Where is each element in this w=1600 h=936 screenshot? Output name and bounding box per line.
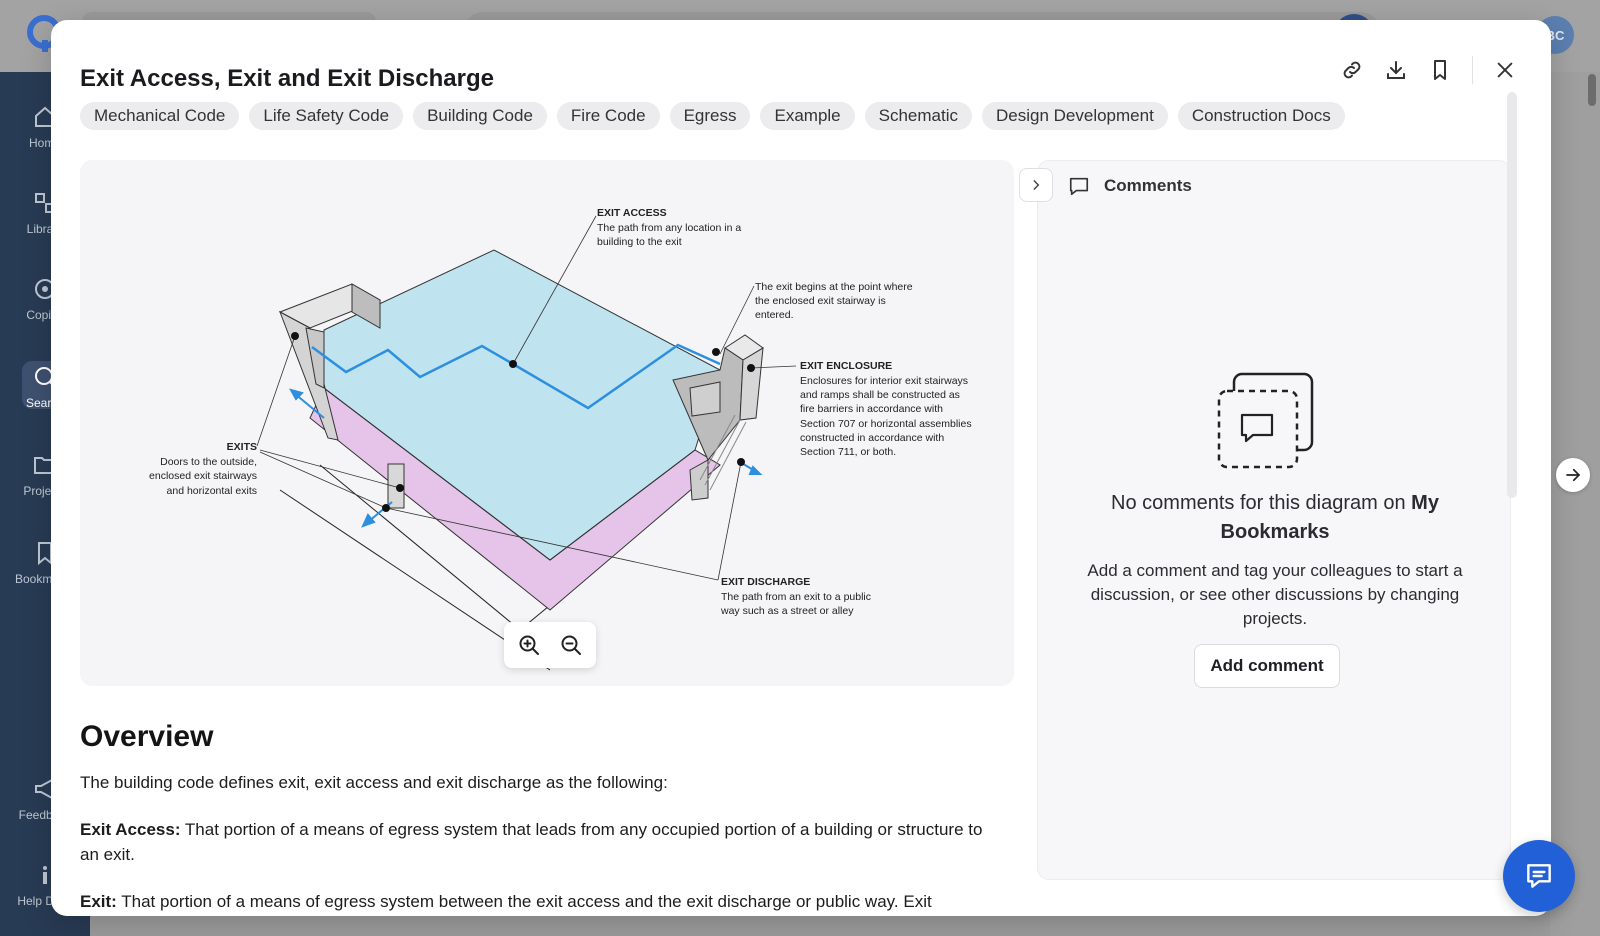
label-exits-desc: Doors to the outside, (160, 456, 257, 468)
label-exit-enclosure-desc: Section 711, or both. (800, 446, 896, 458)
label-exit-access-title: EXIT ACCESS (597, 207, 667, 219)
empty-state-description: Add a comment and tag your colleagues to… (1087, 561, 1463, 628)
zoom-out-button[interactable] (553, 627, 589, 663)
definition-item: Exit: That portion of a means of egress … (80, 889, 1000, 914)
tag-chip[interactable]: Construction Docs (1177, 102, 1345, 130)
tag-chip[interactable]: Design Development (982, 102, 1168, 130)
zoom-out-icon (561, 635, 581, 655)
arrow-right-icon (1566, 468, 1581, 482)
tag-chip[interactable]: Life Safety Code (249, 102, 404, 130)
chat-support-button[interactable] (1503, 840, 1575, 912)
label-exit-enclosure-desc: Section 707 or horizontal assemblies (800, 418, 972, 430)
label-exit-enclosure-desc: constructed in accordance with (800, 432, 944, 444)
comment-icon (1069, 177, 1089, 196)
definition-term: Exit: (80, 892, 117, 911)
label-exit-discharge-desc: way such as a street or alley (720, 605, 854, 617)
chat-icon (1527, 864, 1551, 888)
zoom-controls (504, 622, 596, 668)
page-scrollbar[interactable] (1588, 74, 1596, 106)
bookmark-icon (1434, 60, 1446, 80)
diagram-modal: Exit Access, Exit and Exit Discharge Mec… (51, 20, 1551, 916)
definition-term: Exit Access: (80, 820, 181, 839)
label-exit-discharge-title: EXIT DISCHARGE (721, 576, 810, 588)
copy-link-button[interactable] (1330, 48, 1374, 92)
zoom-in-button[interactable] (511, 627, 547, 663)
definition-text: That portion of a means of egress system… (116, 892, 932, 911)
tag-list: Mechanical Code Life Safety Code Buildin… (80, 102, 1345, 130)
comments-header: Comments (1068, 175, 1192, 197)
definition-item: Exit Access: That portion of a means of … (80, 817, 1000, 867)
overview-intro: The building code defines exit, exit acc… (80, 773, 668, 792)
label-exit-enclosure-desc: Enclosures for interior exit stairways (800, 375, 968, 387)
empty-comments-icon (1217, 372, 1314, 469)
bookmark-button[interactable] (1418, 48, 1462, 92)
tag-chip[interactable]: Fire Code (556, 102, 660, 130)
modal-title: Exit Access, Exit and Exit Discharge (80, 65, 494, 92)
tag-chip[interactable]: Schematic (864, 102, 972, 130)
tag-chip[interactable]: Building Code (413, 102, 547, 130)
tag-chip[interactable]: Example (760, 102, 855, 130)
close-button[interactable] (1483, 48, 1527, 92)
link-icon (1343, 61, 1361, 79)
modal-actions (1330, 48, 1527, 92)
next-diagram-button[interactable] (1556, 458, 1590, 492)
label-exit-enclosure-title: EXIT ENCLOSURE (800, 360, 892, 372)
label-exit-access-desc: building to the exit (597, 236, 682, 248)
egress-diagram: EXIT ACCESS The path from any location i… (149, 207, 972, 671)
overview-section: Overview The building code defines exit,… (80, 720, 1000, 916)
label-exit-enclosure-desc: fire barriers in accordance with (800, 403, 943, 415)
diagram-viewer[interactable]: EXIT ACCESS The path from any location i… (80, 160, 1014, 686)
close-icon (1497, 62, 1513, 78)
overview-heading: Overview (80, 720, 214, 753)
label-exit-begins: entered. (755, 309, 794, 321)
label-exit-access-desc: The path from any location in a (597, 222, 741, 234)
download-button[interactable] (1374, 48, 1418, 92)
comments-title: Comments (1104, 176, 1192, 195)
empty-state-title: No comments for this diagram on My Bookm… (1058, 489, 1492, 547)
label-exit-begins: The exit begins at the point where (755, 281, 913, 293)
bg-right-pane (1550, 72, 1600, 936)
add-comment-button[interactable]: Add comment (1194, 644, 1340, 688)
tag-chip[interactable]: Egress (669, 102, 751, 130)
modal-scrollbar[interactable] (1507, 92, 1517, 498)
chevron-right-icon (1033, 180, 1040, 190)
label-exits-desc: and horizontal exits (167, 485, 257, 497)
label-exits-desc: enclosed exit stairways (149, 470, 257, 482)
empty-state-prefix: No comments for this diagram on (1111, 492, 1412, 514)
definition-text: That portion of a means of egress system… (80, 820, 983, 864)
label-exit-discharge-desc: The path from an exit to a public (721, 591, 871, 603)
download-icon (1387, 61, 1405, 79)
comments-panel: Comments No comments for this diagram on… (1037, 160, 1511, 880)
divider (1472, 56, 1473, 84)
label-exit-begins: the enclosed exit stairway is (755, 295, 886, 307)
tag-chip[interactable]: Mechanical Code (80, 102, 240, 130)
collapse-comments-button[interactable] (1019, 168, 1053, 202)
label-exits-title: EXITS (227, 441, 257, 453)
zoom-in-icon (519, 635, 539, 655)
label-exit-enclosure-desc: and ramps shall be constructed as (800, 389, 960, 401)
